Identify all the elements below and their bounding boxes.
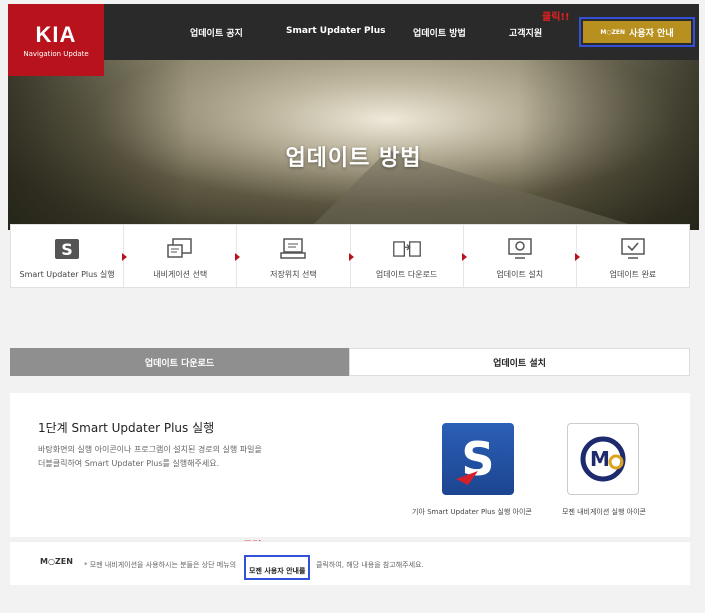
mozen-app-icon: M: [567, 423, 639, 495]
click-annotation-top: 클릭!!: [542, 12, 570, 23]
notice-text-before: * 모젠 내비게이션을 사용하시는 분들은 상단 메뉴의: [84, 561, 237, 569]
app-icon-m-letter: M: [590, 447, 610, 471]
step-download[interactable]: 업데이트 다운로드: [351, 225, 467, 287]
step-label: 내비게이션 선택: [153, 270, 208, 279]
smart-updater-icon: S: [52, 237, 82, 261]
hero-banner: 업데이트 방법: [8, 60, 699, 230]
storage-select-icon: [278, 237, 308, 261]
notice-text-after: 클릭하여, 해당 내용을 참고해주세요.: [316, 561, 424, 569]
step-description: 바탕화면의 실행 아이콘이나 프로그램이 설치된 경로의 실행 파일을 더블클릭…: [38, 443, 262, 471]
step-smart-updater[interactable]: S Smart Updater Plus 실행: [11, 225, 128, 287]
step-label: 저장위치 선택: [270, 270, 317, 279]
mozen-user-guide-button[interactable]: M○ZEN 사용자 안내: [583, 21, 691, 43]
svg-text:S: S: [61, 240, 73, 259]
tab-update-download[interactable]: 업데이트 다운로드: [10, 348, 349, 376]
logo-subtitle: Navigation Update: [23, 50, 89, 58]
step-navigation-select[interactable]: 내비게이션 선택: [124, 225, 241, 287]
mozen-logo-icon: M○ZEN: [600, 28, 626, 36]
step-label: 업데이트 다운로드: [375, 270, 438, 279]
kia-logo[interactable]: KIA Navigation Update: [8, 4, 104, 76]
mozen-guide-link[interactable]: 모젠 사용자 안내를: [249, 567, 305, 575]
step-arrow-icon: [122, 253, 128, 261]
navigation-select-icon: [165, 237, 195, 261]
step-label: 업데이트 설치: [496, 270, 544, 279]
mozen-button-highlight: M○ZEN 사용자 안내: [579, 17, 695, 47]
nav-update-notice[interactable]: 업데이트 공지: [190, 26, 243, 39]
steps-bar: S Smart Updater Plus 실행 내비게이션 선택 저장위치 선택…: [10, 224, 690, 288]
step-content: 1단계 Smart Updater Plus 실행 바탕화면의 실행 아이콘이나…: [10, 393, 690, 537]
step-arrow-icon: [461, 253, 467, 261]
description-line-1: 바탕화면의 실행 아이콘이나 프로그램이 설치된 경로의 실행 파일을: [38, 445, 262, 454]
complete-icon: [618, 237, 648, 261]
step-label: 업데이트 완료: [609, 270, 657, 279]
page-title: 업데이트 방법: [285, 146, 422, 171]
step-title: 1단계 Smart Updater Plus 실행: [38, 421, 215, 435]
step-arrow-icon: [348, 253, 354, 261]
tab-update-install[interactable]: 업데이트 설치: [349, 348, 690, 376]
description-line-2: 더블클릭하여 Smart Updater Plus를 실행해주세요.: [38, 459, 220, 468]
logo-text: KIA: [35, 22, 77, 47]
step-complete[interactable]: 업데이트 완료: [577, 225, 689, 287]
mozen-notice: M○ZEN * 모젠 내비게이션을 사용하시는 분들은 상단 메뉴의 모젠 사용…: [10, 541, 690, 585]
mozen-caption: 모젠 내비게이션 실행 아이콘: [562, 508, 646, 516]
step-arrow-icon: [574, 253, 580, 261]
nav-customer-support[interactable]: 고객지원: [509, 26, 542, 39]
smart-updater-app-icon: S: [442, 423, 514, 495]
mozen-button-label: 사용자 안내: [629, 28, 674, 39]
install-icon: [505, 237, 535, 261]
download-icon: [392, 237, 422, 261]
step-label: Smart Updater Plus 실행: [19, 270, 115, 279]
step-storage-select[interactable]: 저장위치 선택: [237, 225, 354, 287]
smart-updater-caption: 기아 Smart Updater Plus 실행 아이콘: [412, 508, 532, 516]
tab-bar: 업데이트 다운로드 업데이트 설치: [10, 348, 690, 376]
step-install[interactable]: 업데이트 설치: [464, 225, 580, 287]
mozen-guide-highlight: 모젠 사용자 안내를: [244, 555, 311, 580]
mozen-logo: M○ZEN: [40, 557, 73, 566]
step-arrow-icon: [235, 253, 241, 261]
nav-smart-updater[interactable]: Smart Updater Plus: [286, 26, 386, 36]
nav-update-method[interactable]: 업데이트 방법: [413, 26, 466, 39]
